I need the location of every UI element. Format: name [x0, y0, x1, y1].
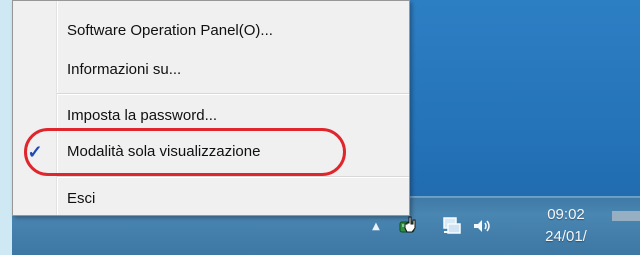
- menu-separator: [57, 93, 409, 95]
- taskbar-clock[interactable]: 09:02 24/01/: [524, 206, 640, 248]
- menu-item-informazioni[interactable]: Informazioni su...: [13, 53, 409, 87]
- tray-context-menu: Software Operation Panel(O)... Informazi…: [12, 0, 410, 216]
- menu-item-label: Esci: [67, 190, 96, 207]
- volume-icon[interactable]: [470, 214, 494, 238]
- network-icon-graphic: [443, 217, 461, 234]
- network-icon[interactable]: [440, 214, 464, 238]
- redacted-year-mask: [612, 211, 640, 221]
- volume-icon-graphic: [474, 220, 490, 232]
- menu-item-esci[interactable]: Esci: [13, 182, 409, 216]
- menu-item-label: Informazioni su...: [67, 61, 182, 78]
- show-hidden-icons-arrow[interactable]: ▲: [370, 221, 382, 233]
- menu-item-label: Imposta la password...: [67, 107, 218, 124]
- menu-item-label: Modalità sola visualizzazione: [67, 143, 261, 160]
- clock-date: 24/01/: [545, 228, 587, 245]
- menu-item-modalita-sola-visualizzazione[interactable]: ✓ Modalità sola visualizzazione: [13, 135, 409, 169]
- checkmark-icon: ✓: [27, 142, 43, 162]
- menu-item-imposta-password[interactable]: Imposta la password...: [13, 99, 409, 133]
- scanner-icon-graphic: [399, 216, 416, 233]
- menu-item-software-operation-panel[interactable]: Software Operation Panel(O)...: [13, 14, 409, 48]
- menu-separator: [57, 176, 409, 178]
- scanner-icon[interactable]: [396, 214, 420, 238]
- clock-time: 09:02: [547, 206, 585, 223]
- menu-item-label: Software Operation Panel(O)...: [67, 22, 273, 39]
